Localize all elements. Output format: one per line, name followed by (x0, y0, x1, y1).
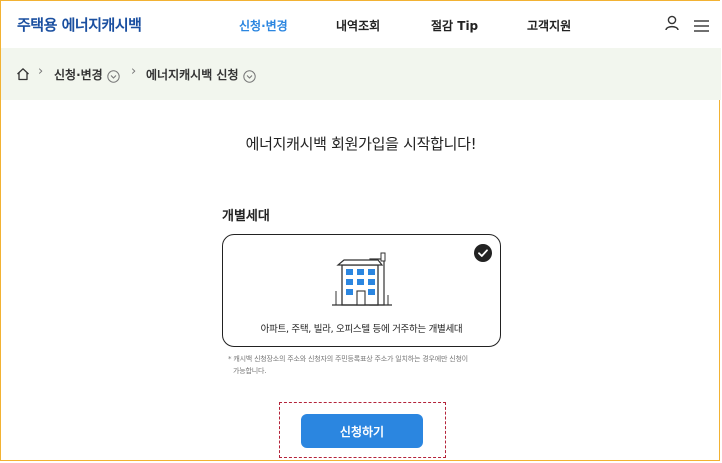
chevron-down-circle-icon[interactable] (243, 68, 256, 87)
nav-saving-tip[interactable]: 절감 Tip (431, 17, 478, 34)
apartment-building-icon (330, 251, 394, 313)
check-circle-icon (474, 244, 492, 262)
breadcrumb-item-energy-cashback-apply[interactable]: 에너지캐시백 신청 (146, 66, 239, 83)
menu-icon[interactable] (694, 17, 709, 36)
user-icon[interactable] (665, 15, 679, 35)
breadcrumb-separator-icon: › (131, 64, 137, 79)
chevron-down-circle-icon[interactable] (107, 68, 120, 87)
top-header: 주택용 에너지캐시백 신청·변경 내역조회 절감 Tip 고객지원 (1, 1, 721, 48)
nav-apply-change[interactable]: 신청·변경 (239, 17, 288, 34)
breadcrumb-item-apply-change[interactable]: 신청·변경 (54, 66, 103, 83)
household-type-card[interactable]: 아파트, 주택, 빌라, 오피스텔 등에 거주하는 개별세대 (222, 234, 501, 347)
breadcrumb-separator-icon: › (38, 64, 44, 79)
nav-customer-support[interactable]: 고객지원 (527, 17, 571, 34)
notice-line: * 캐시백 신청장소의 주소와 신청자의 주민등록표상 주소가 일치하는 경우에… (228, 355, 468, 363)
breadcrumb: › 신청·변경 › 에너지캐시백 신청 (1, 48, 721, 100)
section-title: 개별세대 (222, 209, 270, 224)
notice-text: * 캐시백 신청장소의 주소와 신청자의 주민등록표상 주소가 일치하는 경우에… (228, 353, 498, 377)
apply-button[interactable]: 신청하기 (301, 414, 423, 448)
page-headline: 에너지캐시백 회원가입을 시작합니다! (245, 135, 477, 153)
card-description: 아파트, 주택, 빌라, 오피스텔 등에 거주하는 개별세대 (260, 324, 463, 335)
notice-line: 가능합니다. (233, 367, 267, 375)
site-logo[interactable]: 주택용 에너지캐시백 (17, 14, 142, 35)
nav-history[interactable]: 내역조회 (336, 17, 380, 34)
home-icon[interactable] (16, 66, 30, 85)
